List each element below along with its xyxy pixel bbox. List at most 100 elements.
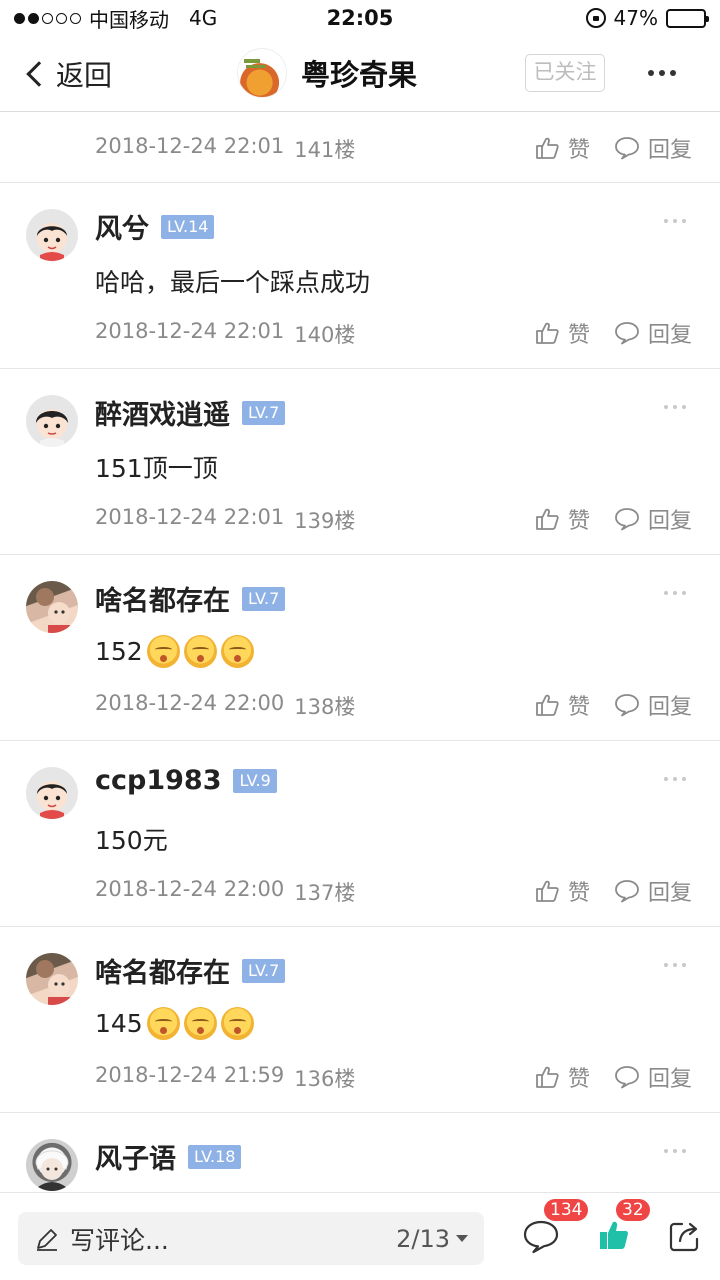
reply-button[interactable]: 回复 <box>614 503 692 535</box>
like-label: 赞 <box>567 695 590 720</box>
comment-input[interactable]: 写评论... 2/13 <box>18 1212 484 1265</box>
username[interactable]: 风子语 <box>95 1137 176 1176</box>
forum-logo[interactable] <box>237 48 287 98</box>
comments-button[interactable]: 134 <box>522 1199 589 1259</box>
like-label: 赞 <box>567 509 590 534</box>
like-button[interactable]: 赞 <box>534 132 590 164</box>
post-floor: 137楼 <box>294 881 356 905</box>
post-timestamp: 2018-12-24 21:59 <box>95 1063 285 1087</box>
level-badge: LV.18 <box>188 1144 242 1169</box>
post-actions: 赞 回复 <box>534 875 692 907</box>
reply-label: 回复 <box>647 881 692 906</box>
post-timestamp: 2018-12-24 22:01 <box>95 505 285 529</box>
username[interactable]: 风兮 <box>95 207 149 246</box>
like-button[interactable]: 赞 <box>534 1061 590 1093</box>
reply-button[interactable]: 回复 <box>614 689 692 721</box>
nav-bar: 返回 粤珍奇果 已关注 <box>0 36 720 112</box>
follow-button[interactable]: 已关注 <box>525 54 605 92</box>
username[interactable]: 醉酒戏逍遥 <box>95 393 230 432</box>
like-label: 赞 <box>567 881 590 906</box>
post-content: 145 <box>95 1007 254 1040</box>
reply-label: 回复 <box>647 138 692 163</box>
username[interactable]: ccp1983 <box>95 765 221 796</box>
reply-button[interactable]: 回复 <box>614 132 692 164</box>
post-floor: 136楼 <box>294 1067 356 1091</box>
post-item: 风兮 LV.14 哈哈，最后一个踩点成功 2018-12-24 22:01 14… <box>0 183 720 369</box>
like-button[interactable]: 赞 <box>534 317 590 349</box>
level-badge: LV.7 <box>242 586 286 611</box>
thumbs-up-icon <box>536 880 559 902</box>
level-badge: LV.7 <box>242 958 286 983</box>
comment-bubble-icon <box>615 694 639 717</box>
share-button[interactable] <box>668 1219 702 1257</box>
post-author: 啥名都存在 LV.7 <box>95 951 286 990</box>
reply-button[interactable]: 回复 <box>614 875 692 907</box>
post-text: 哈哈，最后一个踩点成功 <box>95 268 371 297</box>
page-selector[interactable]: 2/13 <box>396 1225 468 1253</box>
comment-count-badge: 134 <box>544 1199 589 1221</box>
avatar[interactable] <box>26 1139 78 1191</box>
post-more-icon[interactable] <box>664 963 686 967</box>
screen: 中国移动 4G 22:05 47% 返回 粤珍奇果 已关注 2018-12-24… <box>0 0 720 1280</box>
post-actions: 赞 回复 <box>534 503 692 535</box>
post-meta: 2018-12-24 22:01 141楼 <box>95 134 355 164</box>
avatar[interactable] <box>26 953 78 1005</box>
post-meta: 2018-12-24 22:01 139楼 <box>95 505 355 535</box>
post-meta: 2018-12-24 22:00 137楼 <box>95 877 355 907</box>
like-button[interactable]: 赞 <box>534 875 590 907</box>
post-more-icon[interactable] <box>664 405 686 409</box>
shy-emoji-icon <box>220 1007 254 1040</box>
reply-button[interactable]: 回复 <box>614 1061 692 1093</box>
post-author: 风子语 LV.18 <box>95 1137 242 1176</box>
avatar[interactable] <box>26 767 78 819</box>
bottom-bar: 写评论... 2/13 134 32 <box>0 1192 720 1280</box>
level-badge: LV.9 <box>233 768 277 793</box>
post-actions: 赞 回复 <box>534 1061 692 1093</box>
comment-bubble-icon <box>615 508 639 531</box>
post-timestamp: 2018-12-24 22:01 <box>95 319 285 343</box>
post-content: 151顶一顶 <box>95 449 218 485</box>
post-timestamp: 2018-12-24 22:00 <box>95 691 285 715</box>
avatar[interactable] <box>26 395 78 447</box>
nav-center: 粤珍奇果 <box>237 48 417 98</box>
post-more-icon[interactable] <box>664 219 686 223</box>
battery-percent: 47% <box>613 6 658 30</box>
shy-emoji-icon <box>183 1007 217 1040</box>
post-more-icon[interactable] <box>664 1149 686 1153</box>
avatar[interactable] <box>26 209 78 261</box>
page-title: 粤珍奇果 <box>301 58 418 92</box>
post-floor: 138楼 <box>294 695 356 719</box>
post-timestamp: 2018-12-24 22:00 <box>95 877 285 901</box>
post-more-icon[interactable] <box>664 777 686 781</box>
shy-emoji-icon <box>220 635 254 668</box>
post-timestamp: 2018-12-24 22:01 <box>95 134 285 158</box>
post-author: 啥名都存在 LV.7 <box>95 579 286 618</box>
avatar[interactable] <box>26 581 78 633</box>
carrier-label: 中国移动 <box>89 7 169 32</box>
like-button[interactable]: 赞 <box>534 503 590 535</box>
post-author: ccp1983 LV.9 <box>95 765 277 796</box>
status-left: 中国移动 4G <box>14 4 217 33</box>
post-more-icon[interactable] <box>664 591 686 595</box>
like-label: 赞 <box>567 138 590 163</box>
post-floor: 139楼 <box>294 509 356 533</box>
chevron-left-icon <box>26 61 52 87</box>
username[interactable]: 啥名都存在 <box>95 951 230 990</box>
post-item: 啥名都存在 LV.7 145 2018-12-24 21:59 136楼 赞 回… <box>0 927 720 1113</box>
more-menu-icon[interactable] <box>648 70 676 76</box>
reply-label: 回复 <box>647 695 692 720</box>
like-label: 赞 <box>567 1067 590 1092</box>
thumbs-up-icon <box>536 137 559 159</box>
status-bar: 中国移动 4G 22:05 47% <box>0 0 720 36</box>
like-button[interactable]: 赞 <box>534 689 590 721</box>
post-meta: 2018-12-24 22:01 140楼 <box>95 319 355 349</box>
reply-label: 回复 <box>647 323 692 348</box>
username[interactable]: 啥名都存在 <box>95 579 230 618</box>
back-button[interactable]: 返回 <box>22 54 112 94</box>
like-label: 赞 <box>567 323 590 348</box>
signal-icon <box>14 12 81 24</box>
thumbs-up-button[interactable]: 32 <box>598 1199 650 1255</box>
reply-button[interactable]: 回复 <box>614 317 692 349</box>
rotation-lock-icon <box>585 8 606 28</box>
thumbs-up-icon <box>536 1066 559 1088</box>
